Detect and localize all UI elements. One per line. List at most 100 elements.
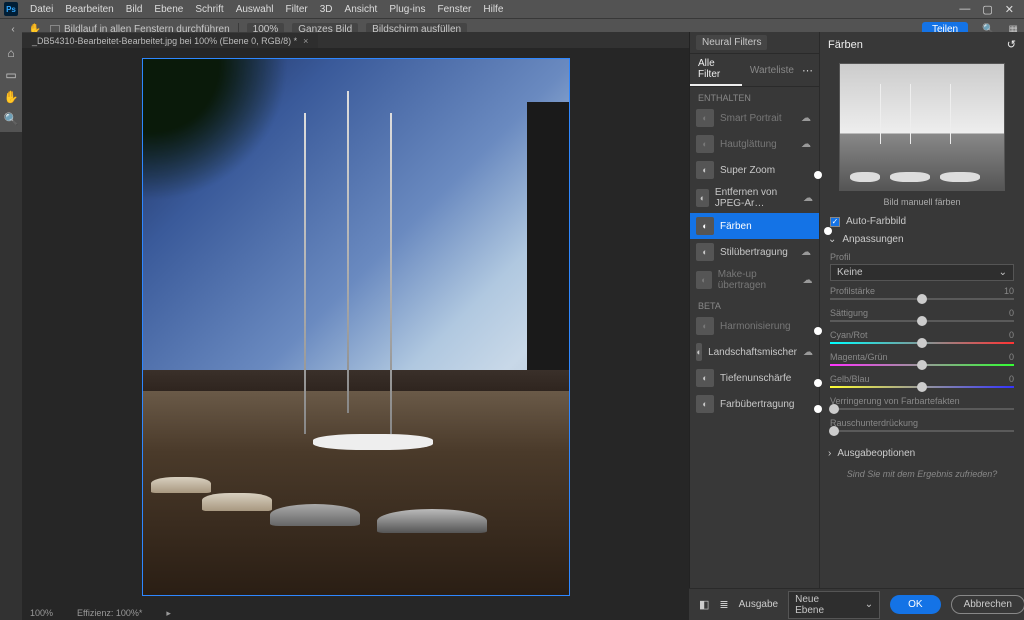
- filter-thumb-icon: ◐: [696, 135, 714, 153]
- ausgabe-label: Ausgabe: [739, 599, 778, 610]
- ok-button[interactable]: OK: [890, 595, 940, 614]
- saettigung-label: Sättigung: [830, 308, 868, 318]
- filter-hautglaettung[interactable]: ◐ Hautglättung ☁: [690, 131, 819, 157]
- filter-thumb-icon: ◐: [696, 109, 714, 127]
- tab-warteliste[interactable]: Warteliste: [742, 61, 802, 80]
- menu-bild[interactable]: Bild: [120, 4, 149, 15]
- back-icon[interactable]: ‹: [6, 23, 20, 37]
- saettigung-slider[interactable]: [830, 320, 1014, 322]
- menu-fenster[interactable]: Fenster: [431, 4, 477, 15]
- feedback-text: Sind Sie mit dem Ergebnis zufrieden?: [820, 463, 1024, 487]
- faerben-title: Färben: [828, 39, 863, 51]
- chevron-right-icon: ›: [828, 448, 831, 459]
- status-more-icon[interactable]: ▸: [166, 608, 171, 619]
- gelbblau-value: 0: [1009, 374, 1014, 384]
- menu-bearbeiten[interactable]: Bearbeiten: [59, 4, 119, 15]
- filter-thumb-icon: ◐: [696, 395, 714, 413]
- tab-alle-filter[interactable]: Alle Filter: [690, 54, 742, 86]
- home-icon[interactable]: ⌂: [2, 44, 20, 62]
- window-maximize-icon[interactable]: ▢: [982, 3, 992, 16]
- panel-menu-icon[interactable]: ⋯: [802, 64, 819, 77]
- chevron-down-icon: ⌄: [828, 234, 836, 245]
- cyanrot-slider[interactable]: [830, 342, 1014, 344]
- download-icon[interactable]: ☁: [803, 275, 814, 285]
- compare-icon[interactable]: ◧: [699, 597, 709, 613]
- rauschen-label: Rauschunterdrückung: [830, 418, 918, 428]
- window-icon[interactable]: ▭: [2, 66, 20, 84]
- cyanrot-label: Cyan/Rot: [830, 330, 868, 340]
- profilstaerke-label: Profilstärke: [830, 286, 875, 296]
- ausgabeoptionen-header[interactable]: › Ausgabeoptionen: [820, 444, 1024, 463]
- preview-image[interactable]: [839, 63, 1005, 191]
- status-bar: 100% Effizienz: 100%* ▸: [22, 606, 689, 620]
- filter-label: Super Zoom: [720, 165, 775, 176]
- download-icon[interactable]: ☁: [803, 347, 813, 357]
- status-zoom[interactable]: 100%: [30, 608, 53, 618]
- download-icon[interactable]: ☁: [801, 113, 813, 123]
- neural-filters-title: Neural Filters: [696, 35, 767, 50]
- auto-checkbox[interactable]: ✓: [830, 217, 840, 227]
- hand-tool[interactable]: ✋: [2, 88, 20, 106]
- status-efficiency: Effizienz: 100%*: [77, 608, 142, 618]
- document-tab[interactable]: _DB54310-Bearbeitet-Bearbeitet.jpg bei 1…: [22, 32, 318, 48]
- filter-harmonisierung[interactable]: ◐ Harmonisierung: [690, 313, 819, 339]
- filter-farbuebertragung[interactable]: ◐ Farbübertragung: [690, 391, 819, 417]
- auto-farbbild-row[interactable]: ✓ Auto-Farbbild: [820, 213, 1024, 230]
- menu-3d[interactable]: 3D: [314, 4, 339, 15]
- filter-thumb-icon: ◐: [696, 189, 709, 207]
- cancel-button[interactable]: Abbrechen: [951, 595, 1024, 614]
- ausgabe-dropdown[interactable]: Neue Ebene ⌄: [788, 591, 880, 619]
- filter-label: Farbübertragung: [720, 399, 795, 410]
- ausgabeoptionen-label: Ausgabeoptionen: [837, 448, 915, 459]
- filter-label: Entfernen von JPEG-Ar…: [715, 187, 797, 209]
- profil-label: Profil: [830, 252, 1014, 262]
- magentagruen-label: Magenta/Grün: [830, 352, 888, 362]
- magentagruen-slider[interactable]: [830, 364, 1014, 366]
- profil-dropdown[interactable]: Keine ⌄: [830, 264, 1014, 281]
- zoom-tool[interactable]: 🔍: [2, 110, 20, 128]
- window-minimize-icon[interactable]: —: [959, 3, 970, 16]
- filter-stiluebertragung[interactable]: ◐ Stilübertragung ☁: [690, 239, 819, 265]
- window-close-icon[interactable]: ✕: [1005, 3, 1014, 16]
- gelbblau-label: Gelb/Blau: [830, 374, 870, 384]
- menu-ebene[interactable]: Ebene: [148, 4, 189, 15]
- menu-datei[interactable]: Datei: [24, 4, 59, 15]
- canvas-area: [22, 48, 689, 606]
- profilstaerke-value: 10: [1004, 286, 1014, 296]
- preview-caption: Bild manuell färben: [820, 197, 1024, 207]
- farbartefakte-slider[interactable]: [830, 408, 1014, 410]
- menu-auswahl[interactable]: Auswahl: [230, 4, 280, 15]
- document-tabs: _DB54310-Bearbeitet-Bearbeitet.jpg bei 1…: [22, 32, 689, 48]
- filter-landschaft[interactable]: ◐ Landschaftsmischer ☁: [690, 339, 819, 365]
- profilstaerke-slider[interactable]: [830, 298, 1014, 300]
- menu-ansicht[interactable]: Ansicht: [339, 4, 384, 15]
- filter-jpeg-artefakte[interactable]: ◐ Entfernen von JPEG-Ar… ☁: [690, 183, 819, 213]
- menu-schrift[interactable]: Schrift: [189, 4, 229, 15]
- rauschen-slider[interactable]: [830, 430, 1014, 432]
- menubar: Ps Datei Bearbeiten Bild Ebene Schrift A…: [0, 0, 1024, 18]
- filter-makeup[interactable]: ◐ Make-up übertragen ☁: [690, 265, 819, 295]
- download-icon[interactable]: ☁: [801, 139, 813, 149]
- filter-faerben[interactable]: ◐ Färben: [690, 213, 819, 239]
- canvas[interactable]: [142, 58, 570, 596]
- filter-tiefenunschaerfe[interactable]: ◐ Tiefenunschärfe: [690, 365, 819, 391]
- magentagruen-value: 0: [1009, 352, 1014, 362]
- menu-plugins[interactable]: Plug-ins: [383, 4, 431, 15]
- tab-close-icon[interactable]: ×: [303, 36, 308, 46]
- reset-icon[interactable]: ↺: [1007, 38, 1016, 51]
- filter-thumb-icon: ◐: [696, 317, 714, 335]
- filter-label: Harmonisierung: [720, 321, 791, 332]
- download-icon[interactable]: ☁: [803, 193, 813, 203]
- download-icon[interactable]: ☁: [801, 247, 813, 257]
- anpassungen-header[interactable]: ⌄ Anpassungen: [820, 230, 1024, 249]
- gelbblau-slider[interactable]: [830, 386, 1014, 388]
- filter-label: Stilübertragung: [720, 247, 788, 258]
- filter-label: Hautglättung: [720, 139, 777, 150]
- filter-super-zoom[interactable]: ◐ Super Zoom: [690, 157, 819, 183]
- menu-hilfe[interactable]: Hilfe: [477, 4, 509, 15]
- filter-label: Make-up übertragen: [718, 269, 797, 291]
- menu-filter[interactable]: Filter: [280, 4, 314, 15]
- filter-smart-portrait[interactable]: ◐ Smart Portrait ☁: [690, 105, 819, 131]
- cyanrot-value: 0: [1009, 330, 1014, 340]
- layers-icon[interactable]: ≣: [719, 597, 728, 613]
